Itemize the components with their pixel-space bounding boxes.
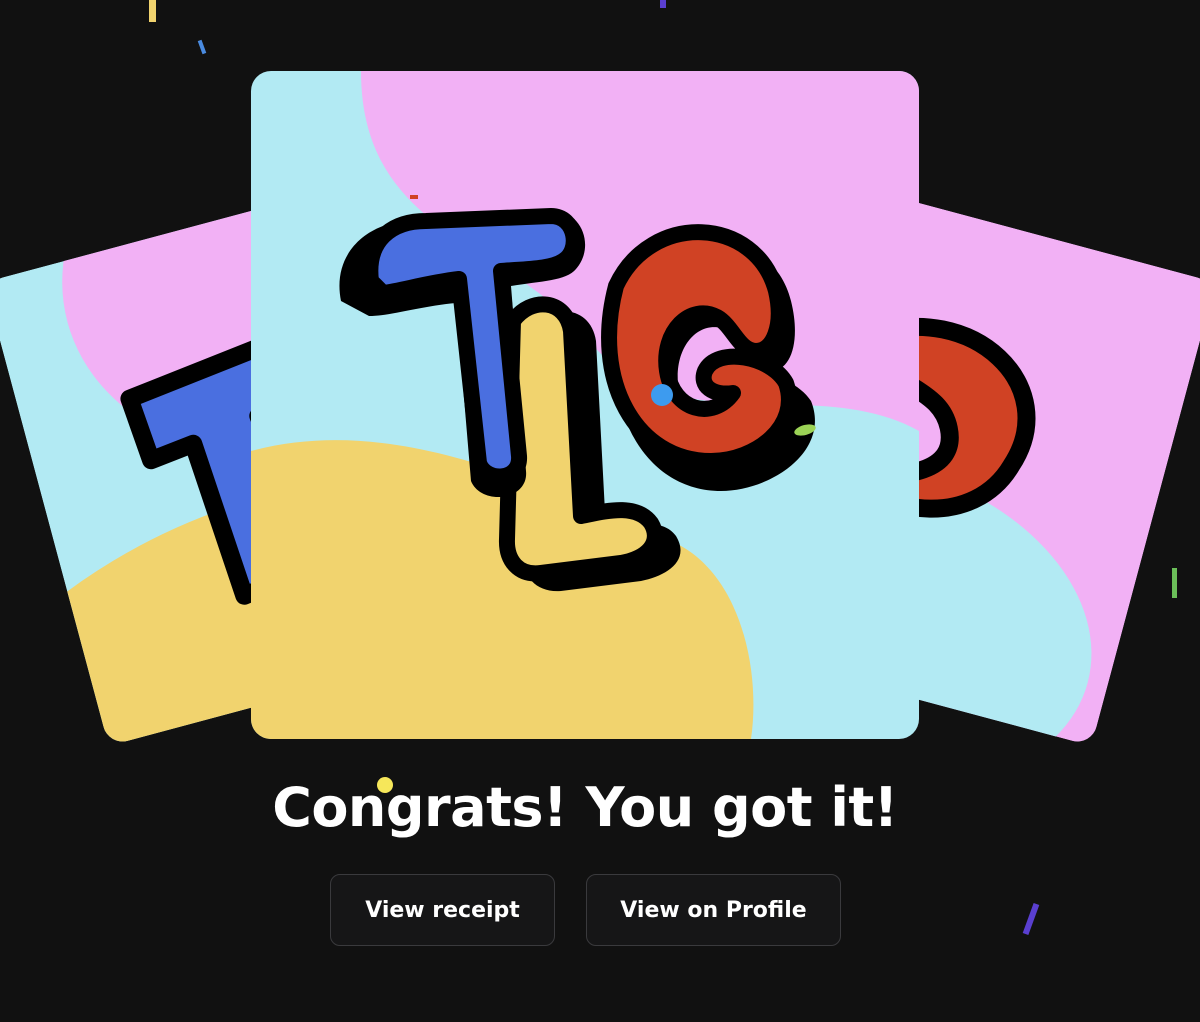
view-receipt-button[interactable]: View receipt (330, 874, 555, 946)
artwork-card-center (251, 71, 919, 739)
view-on-profile-button[interactable]: View on Profile (586, 874, 841, 946)
success-headline: Congrats! You got it! (272, 776, 898, 839)
purchase-success-screen: Congrats! You got it! View receipt View … (0, 0, 1200, 1022)
tlg-artwork (251, 71, 919, 739)
